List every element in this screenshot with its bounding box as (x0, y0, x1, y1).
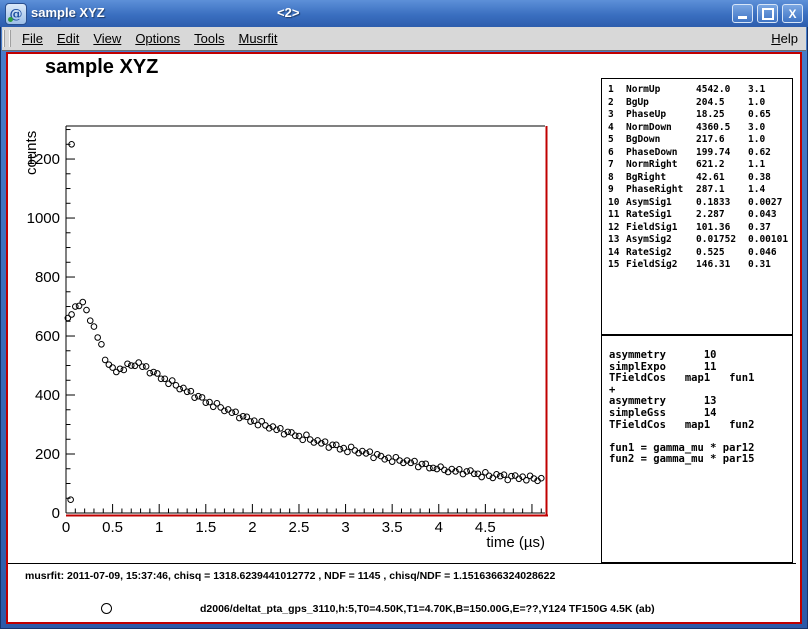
legend-open-circle-icon (101, 603, 112, 614)
window-title: sample XYZ (31, 5, 105, 20)
svg-text:3: 3 (341, 519, 349, 536)
menu-musrfit[interactable]: Musrfit (238, 31, 277, 46)
param-row: 9PhaseRight287.11.4 (602, 184, 792, 197)
menu-view[interactable]: View (93, 31, 121, 46)
param-row: 14RateSig20.5250.046 (602, 247, 792, 260)
theory-line: TFieldCos map1 fun1 (609, 373, 792, 385)
app-icon: @ (5, 3, 27, 25)
app-window: @ sample XYZ <2> X File Edit View Option… (0, 0, 808, 629)
param-row: 2BgUp204.51.0 (602, 97, 792, 110)
menu-file[interactable]: File (22, 31, 43, 46)
menu-help[interactable]: Help (771, 31, 798, 46)
menubar-grip[interactable] (3, 30, 11, 47)
maximize-button[interactable] (757, 4, 778, 23)
menu-tools[interactable]: Tools (194, 31, 224, 46)
param-row: 7NormRight621.21.1 (602, 159, 792, 172)
info-pad-separator (8, 563, 796, 564)
svg-text:600: 600 (35, 328, 60, 345)
menu-edit[interactable]: Edit (57, 31, 79, 46)
maximize-icon (762, 8, 774, 20)
theory-line: TFieldCos map1 fun2 (609, 420, 792, 432)
minimize-button[interactable] (732, 4, 753, 23)
svg-text:1000: 1000 (27, 210, 60, 227)
svg-text:0: 0 (52, 505, 60, 522)
theory-line: asymmetry 10 (609, 350, 792, 362)
close-icon: X (788, 8, 796, 20)
window-controls: X (732, 4, 803, 23)
param-row: 12FieldSig1101.360.37 (602, 222, 792, 235)
theory-line: fun2 = gamma_mu * par15 (609, 454, 792, 466)
svg-text:time (µs): time (µs) (486, 534, 545, 551)
param-row: 3PhaseUp18.250.65 (602, 109, 792, 122)
param-row: 15FieldSig2146.310.31 (602, 259, 792, 272)
minimize-icon (738, 16, 747, 19)
theory-box: asymmetry 10simplExpo 11TFieldCos map1 f… (601, 335, 793, 563)
theory-line (609, 431, 792, 443)
menu-bar: File Edit View Options Tools Musrfit Hel… (2, 27, 806, 51)
theory-line: simpleGss 14 (609, 408, 792, 420)
param-row: 13AsymSig20.017520.00101 (602, 234, 792, 247)
svg-text:1: 1 (155, 519, 163, 536)
param-row: 5BgDown217.61.0 (602, 134, 792, 147)
svg-text:1.5: 1.5 (195, 519, 216, 536)
window-instance-label: <2> (277, 5, 299, 20)
svg-text:800: 800 (35, 269, 60, 286)
param-row: 1NormUp4542.03.1 (602, 84, 792, 97)
param-row: 6PhaseDown199.740.62 (602, 147, 792, 160)
svg-text:1200: 1200 (27, 151, 60, 168)
svg-text:3.5: 3.5 (382, 519, 403, 536)
param-row: 11RateSig12.2870.043 (602, 209, 792, 222)
svg-text:4: 4 (435, 519, 443, 536)
run-info-text: d2006/deltat_pta_gps_3110,h:5,T0=4.50K,T… (200, 603, 655, 615)
fit-parameter-box: 1NormUp4542.03.12BgUp204.51.03PhaseUp18.… (601, 78, 793, 335)
param-row: 4NormDown4360.53.0 (602, 122, 792, 135)
svg-text:2: 2 (248, 519, 256, 536)
svg-text:0.5: 0.5 (102, 519, 123, 536)
svg-text:400: 400 (35, 387, 60, 404)
param-row: 10AsymSig10.18330.0027 (602, 197, 792, 210)
param-row: 8BgRight42.610.38 (602, 172, 792, 185)
root-canvas[interactable]: sample XYZ counts 00.511.522.533.544.502… (6, 52, 802, 624)
title-bar[interactable]: @ sample XYZ <2> X (0, 0, 808, 27)
fit-statistics-text: musrfit: 2011-07-09, 15:37:46, chisq = 1… (25, 570, 555, 582)
svg-text:200: 200 (35, 446, 60, 463)
svg-text:0: 0 (62, 519, 70, 536)
close-button[interactable]: X (782, 4, 803, 23)
svg-text:2.5: 2.5 (289, 519, 310, 536)
menu-options[interactable]: Options (135, 31, 180, 46)
